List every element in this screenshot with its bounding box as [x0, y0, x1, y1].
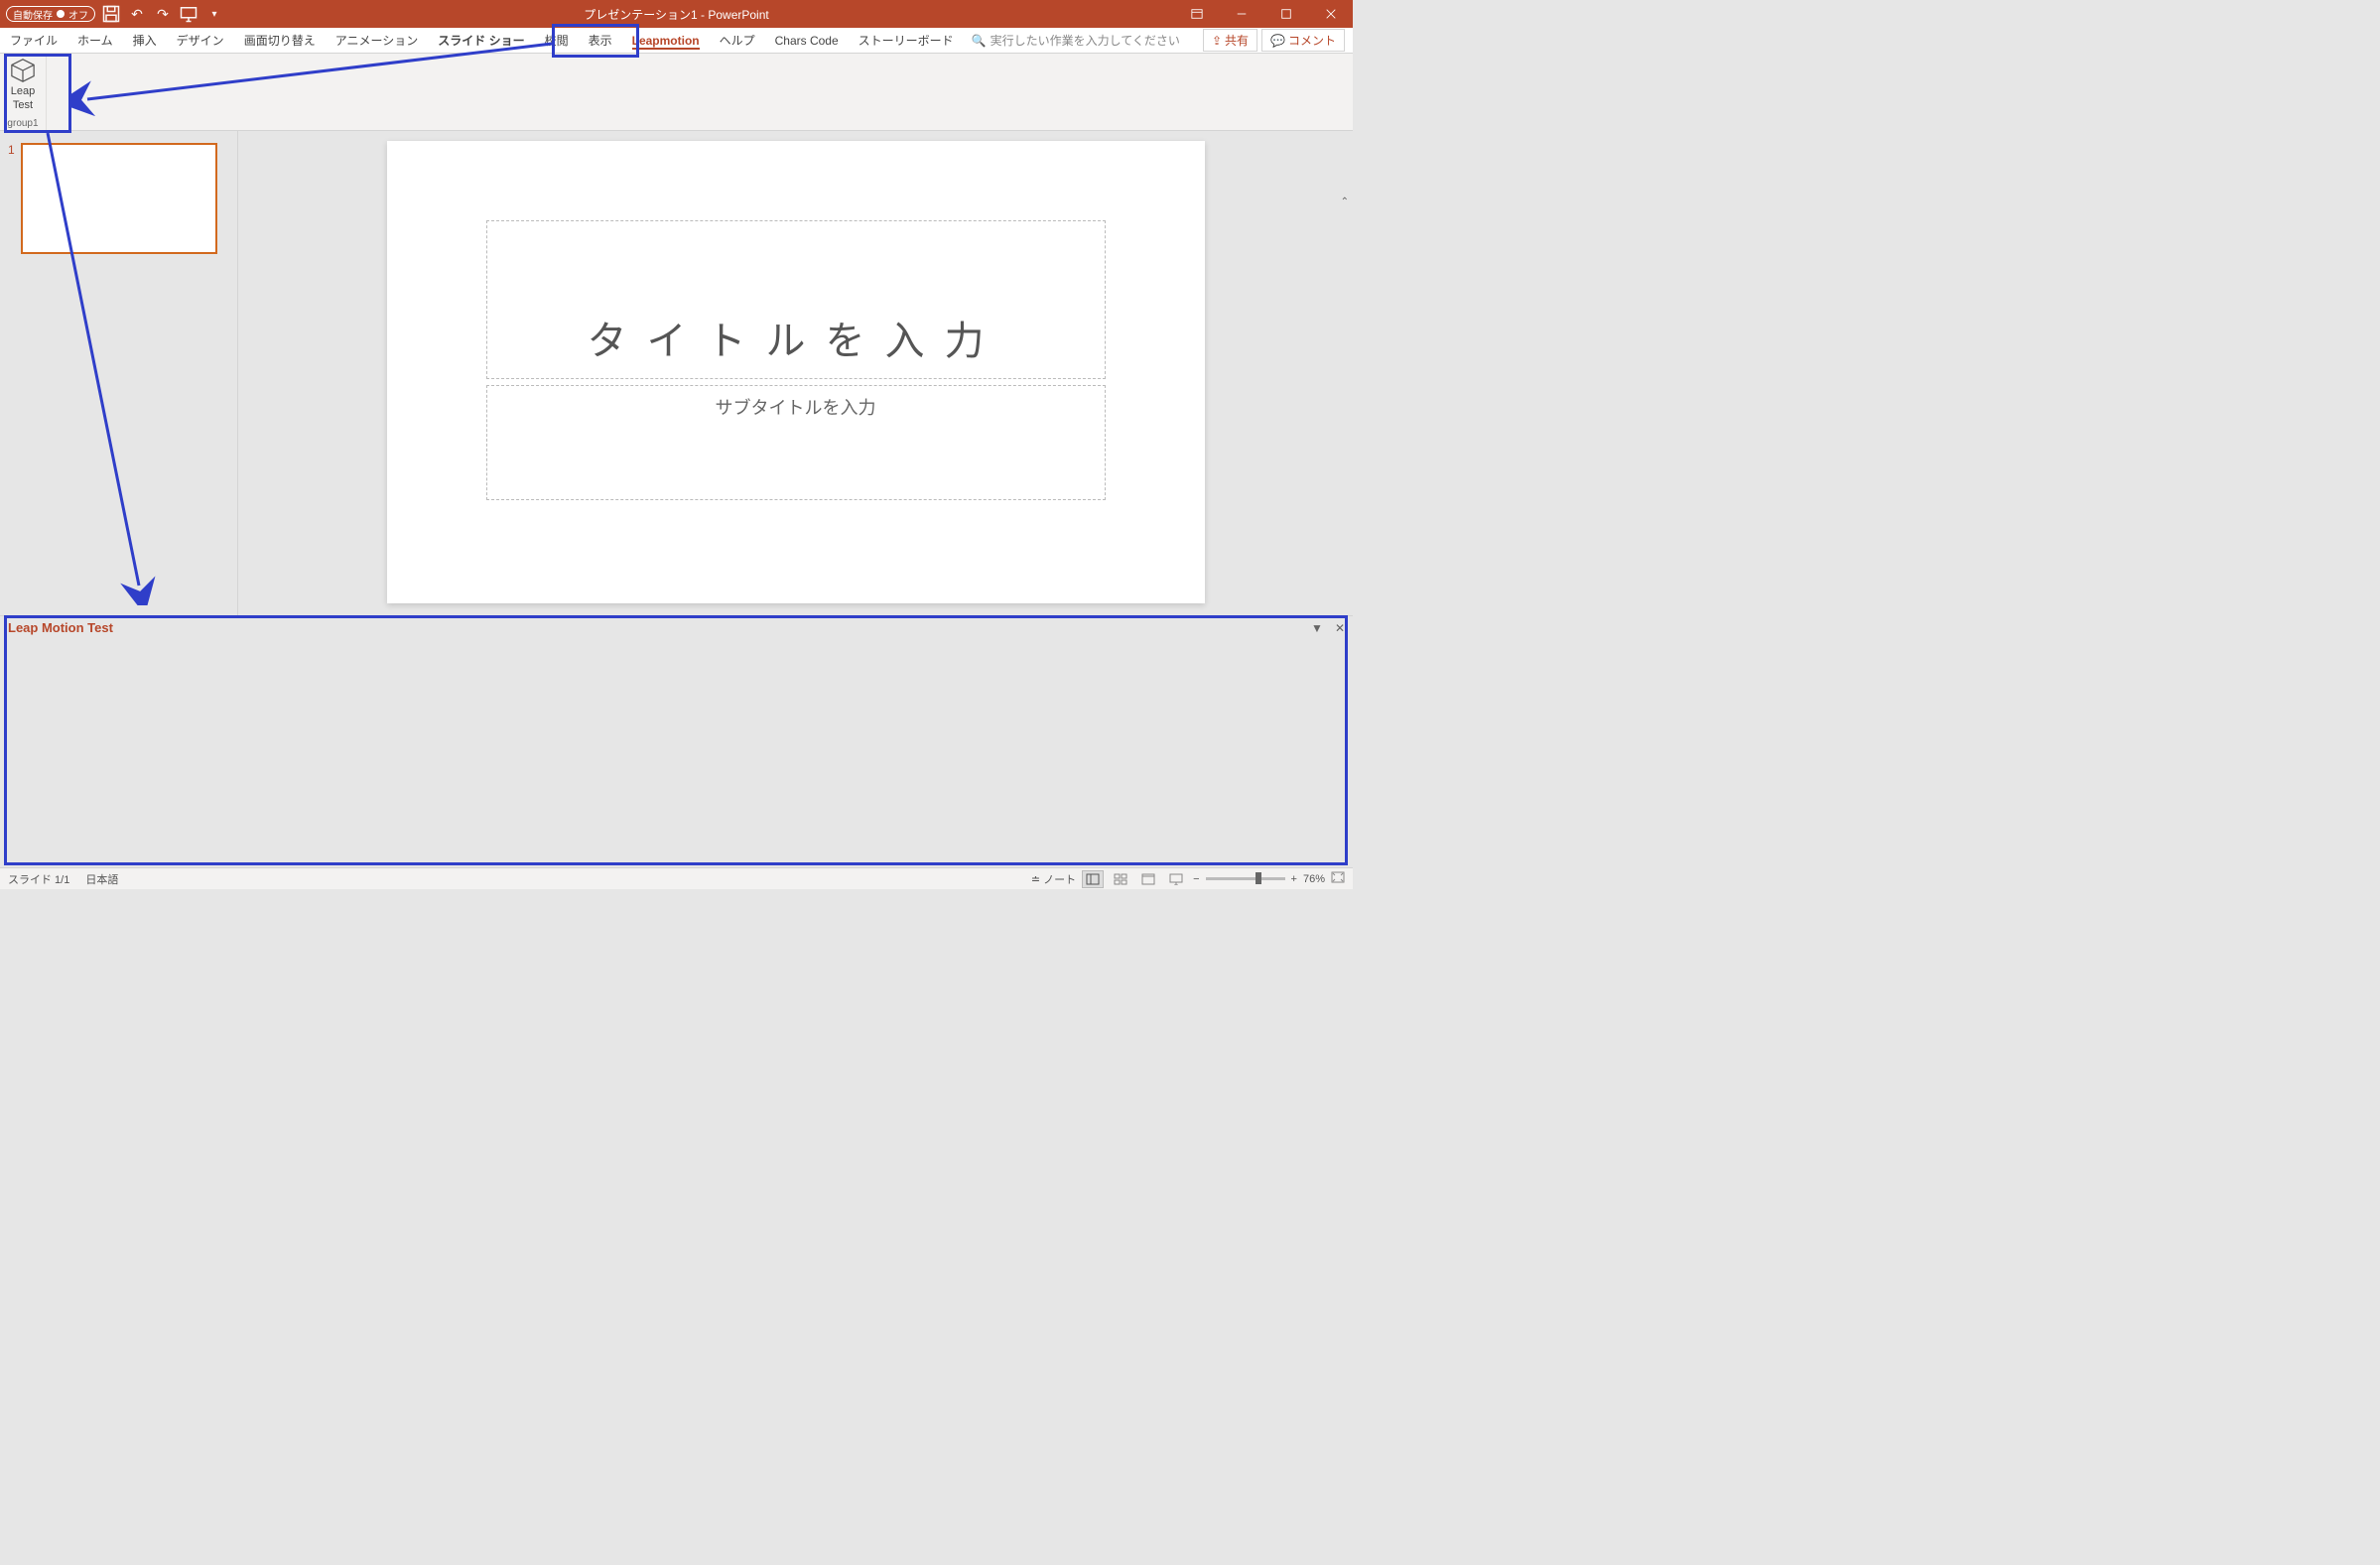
tab-review[interactable]: 校閲 — [535, 28, 579, 53]
ribbon-group-1: Leap Test group1 — [0, 54, 47, 130]
close-icon[interactable] — [1308, 0, 1353, 28]
slide-thumbnail-1[interactable]: 1 — [8, 143, 229, 254]
tab-view[interactable]: 表示 — [579, 28, 622, 53]
leap-test-label-1: Leap — [11, 85, 35, 97]
slide-canvas[interactable]: タイトルを入力 サブタイトルを入力 — [387, 141, 1205, 603]
share-button[interactable]: ⇪ 共有 — [1203, 29, 1257, 52]
tab-file[interactable]: ファイル — [0, 28, 67, 53]
slide-thumbnail-preview — [21, 143, 217, 254]
tab-slideshow[interactable]: スライド ショー — [428, 28, 534, 53]
window-controls — [1174, 0, 1353, 28]
ribbon-group-label: group1 — [7, 118, 38, 129]
slide-thumbnail-panel[interactable]: 1 — [0, 131, 238, 615]
redo-icon[interactable]: ↷ — [153, 4, 173, 24]
taskpane-dropdown-icon[interactable]: ▼ — [1311, 621, 1323, 635]
normal-view-icon[interactable] — [1082, 870, 1104, 888]
fit-to-window-icon[interactable] — [1331, 871, 1345, 886]
share-label: 共有 — [1225, 32, 1249, 49]
reading-view-icon[interactable] — [1137, 870, 1159, 888]
maximize-icon[interactable] — [1263, 0, 1308, 28]
comment-label: コメント — [1288, 32, 1336, 49]
ribbon-content: Leap Test group1 ⌃ — [0, 54, 1353, 131]
taskpane-close-icon[interactable]: ✕ — [1335, 621, 1345, 635]
autosave-state: オフ — [68, 7, 88, 22]
quick-access-toolbar: 自動保存 オフ ↶ ↷ ▾ — [0, 4, 224, 24]
tab-animations[interactable]: アニメーション — [326, 28, 429, 53]
tab-transitions[interactable]: 画面切り替え — [234, 28, 326, 53]
tab-home[interactable]: ホーム — [67, 28, 123, 53]
title-placeholder[interactable]: タイトルを入力 — [486, 220, 1106, 379]
tab-leapmotion[interactable]: Leapmotion — [622, 28, 710, 53]
tell-me-search[interactable]: 🔍 実行したい作業を入力してください — [972, 28, 1180, 53]
zoom-slider-thumb[interactable] — [1256, 872, 1261, 884]
slide-sorter-view-icon[interactable] — [1110, 870, 1131, 888]
leap-motion-taskpane: Leap Motion Test ▼ ✕ — [0, 615, 1353, 867]
tab-insert[interactable]: 挿入 — [123, 28, 167, 53]
leap-test-button[interactable]: Leap Test — [8, 58, 38, 111]
comment-button[interactable]: 💬 コメント — [1261, 29, 1345, 52]
slideshow-view-icon[interactable] — [1165, 870, 1187, 888]
status-bar: スライド 1/1 日本語 ≐ ノート − + 76% — [0, 867, 1353, 889]
tab-charscode[interactable]: Chars Code — [765, 28, 849, 53]
document-title: プレゼンテーション1 - PowerPoint — [584, 6, 768, 23]
taskpane-header: Leap Motion Test ▼ ✕ — [0, 616, 1353, 639]
start-from-beginning-icon[interactable] — [179, 4, 198, 24]
minimize-icon[interactable] — [1219, 0, 1263, 28]
slide-canvas-area[interactable]: タイトルを入力 サブタイトルを入力 — [238, 131, 1353, 615]
slide-number: 1 — [8, 143, 15, 254]
notes-button[interactable]: ≐ ノート — [1031, 871, 1076, 887]
subtitle-placeholder-text: サブタイトルを入力 — [716, 394, 876, 420]
ribbon-tabs: ファイル ホーム 挿入 デザイン 画面切り替え アニメーション スライド ショー… — [0, 28, 1353, 54]
ribbon-display-options-icon[interactable] — [1174, 0, 1219, 28]
comment-icon: 💬 — [1270, 34, 1285, 48]
share-icon: ⇪ — [1212, 34, 1222, 48]
title-bar: 自動保存 オフ ↶ ↷ ▾ プレゼンテーション1 - PowerPoint — [0, 0, 1353, 28]
toggle-knob-icon — [57, 10, 65, 18]
tab-design[interactable]: デザイン — [167, 28, 234, 53]
undo-icon[interactable]: ↶ — [127, 4, 147, 24]
tab-storyboard[interactable]: ストーリーボード — [849, 28, 964, 53]
collapse-ribbon-icon[interactable]: ⌃ — [1341, 196, 1349, 207]
zoom-out-icon[interactable]: − — [1193, 873, 1199, 885]
cube-icon — [8, 58, 38, 83]
zoom-in-icon[interactable]: + — [1291, 873, 1297, 885]
tell-me-placeholder: 実行したい作業を入力してください — [991, 32, 1180, 49]
search-icon: 🔍 — [972, 34, 987, 48]
title-placeholder-text: タイトルを入力 — [588, 309, 1004, 366]
taskpane-title: Leap Motion Test — [8, 620, 113, 635]
language-status[interactable]: 日本語 — [85, 871, 118, 887]
leap-test-label-2: Test — [13, 99, 33, 111]
slide-count-status[interactable]: スライド 1/1 — [8, 871, 69, 887]
qat-customize-icon[interactable]: ▾ — [204, 4, 224, 24]
subtitle-placeholder[interactable]: サブタイトルを入力 — [486, 385, 1106, 500]
autosave-toggle[interactable]: 自動保存 オフ — [6, 6, 95, 22]
zoom-slider[interactable] — [1206, 877, 1285, 880]
main-area: 1 タイトルを入力 サブタイトルを入力 — [0, 131, 1353, 615]
zoom-level[interactable]: 76% — [1303, 873, 1325, 885]
tab-help[interactable]: ヘルプ — [710, 28, 765, 53]
autosave-label: 自動保存 — [13, 7, 53, 22]
save-icon[interactable] — [101, 4, 121, 24]
